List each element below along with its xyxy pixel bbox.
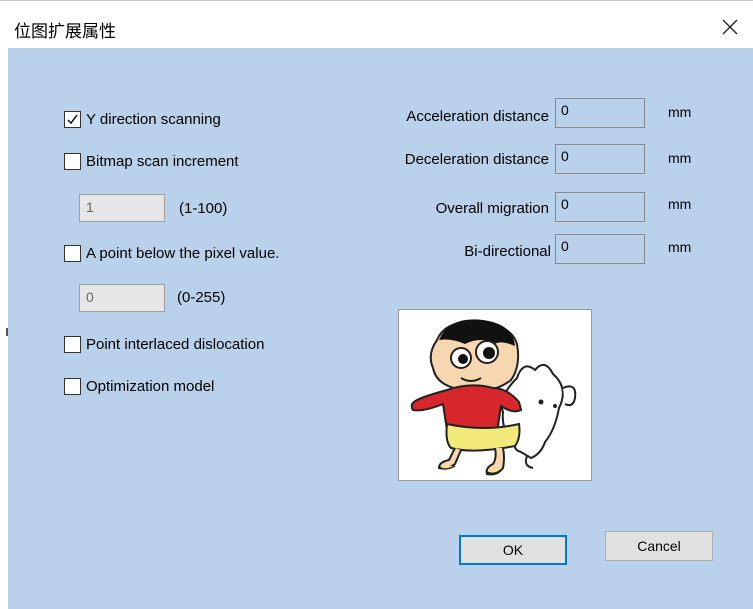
pixel-value-checkbox[interactable] [64, 244, 81, 262]
point-interlaced-option[interactable]: Point interlaced dislocation [64, 334, 264, 354]
pixel-value-label: A point below the pixel value. [86, 244, 280, 262]
ok-button[interactable]: OK [459, 535, 567, 565]
close-icon [722, 19, 738, 35]
optimization-model-option[interactable]: Optimization model [64, 376, 214, 396]
deceleration-distance-label: Deceleration distance [404, 151, 549, 168]
y-direction-scanning-checkbox[interactable] [64, 110, 81, 128]
overall-migration-label: Overall migration [435, 200, 549, 217]
checkmark-icon [67, 114, 78, 124]
bitmap-scan-increment-checkbox[interactable] [64, 152, 81, 170]
title-bar[interactable]: 位图扩展属性 [8, 8, 753, 48]
dialog-window: 位图扩展属性 Y direction scanning Bitmap scan … [0, 0, 753, 609]
bitmap-scan-increment-option[interactable]: Bitmap scan increment [64, 151, 239, 171]
pixel-value-option[interactable]: A point below the pixel value. [64, 243, 279, 263]
optimization-model-label: Optimization model [86, 377, 215, 395]
boy-figure [410, 319, 523, 476]
overall-migration-input[interactable]: 0 [555, 192, 645, 222]
acceleration-distance-label: Acceleration distance [406, 108, 549, 125]
bi-directional-label: Bi-directional [464, 243, 551, 260]
y-direction-scanning-label: Y direction scanning [86, 110, 221, 128]
window-title: 位图扩展属性 [14, 22, 116, 42]
point-interlaced-checkbox[interactable] [64, 335, 81, 353]
dialog-client-area [8, 48, 753, 609]
bi-directional-unit: mm [668, 239, 692, 255]
cancel-button[interactable]: Cancel [605, 531, 713, 561]
bitmap-scan-increment-label: Bitmap scan increment [86, 152, 239, 170]
preview-cartoon-image [410, 319, 577, 476]
point-interlaced-label: Point interlaced dislocation [86, 335, 265, 353]
top-border [0, 0, 753, 1]
pixel-value-range: (0-255) [177, 289, 226, 306]
optimization-model-checkbox[interactable] [64, 377, 81, 395]
dog-figure [500, 363, 577, 469]
bitmap-preview [398, 309, 592, 481]
increment-range: (1-100) [179, 200, 228, 217]
acceleration-distance-input[interactable]: 0 [555, 98, 645, 128]
close-button[interactable] [715, 14, 745, 42]
bi-directional-input[interactable]: 0 [555, 234, 645, 264]
acceleration-distance-unit: mm [668, 104, 692, 120]
left-edge [0, 8, 8, 609]
increment-input[interactable]: 1 [79, 194, 165, 222]
deceleration-distance-unit: mm [668, 150, 692, 166]
overall-migration-unit: mm [668, 196, 692, 212]
deceleration-distance-input[interactable]: 0 [555, 144, 645, 174]
pixel-value-input[interactable]: 0 [79, 284, 165, 312]
y-direction-scanning-option[interactable]: Y direction scanning [64, 109, 221, 129]
